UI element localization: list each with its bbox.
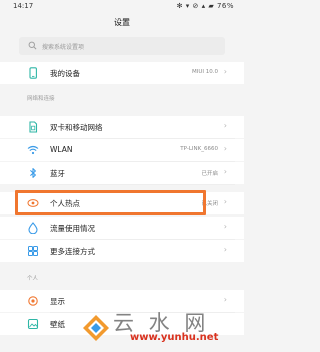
hotspot-highlight-box	[15, 190, 206, 215]
chevron-right-icon: ›	[223, 167, 227, 176]
chevron-right-icon: ›	[223, 121, 227, 130]
row-label: 流量使用情况	[50, 224, 95, 233]
row-dual-sim[interactable]: 双卡和移动网络 ›	[0, 116, 244, 138]
section-title: 个人	[27, 276, 39, 282]
data-usage-icon	[28, 222, 38, 234]
wifi-icon	[27, 145, 39, 155]
row-bluetooth[interactable]: 蓝牙 已开启 ›	[0, 162, 244, 184]
search-input[interactable]: 搜索系统设置项	[19, 37, 225, 55]
chevron-right-icon: ›	[223, 295, 227, 304]
chevron-right-icon: ›	[223, 222, 227, 231]
bluetooth-icon	[30, 168, 36, 178]
row-label: 我的设备	[50, 69, 80, 78]
section-title: 网络和连接	[27, 96, 55, 102]
row-more-connections[interactable]: 更多连接方式 ›	[0, 240, 244, 262]
row-label: WLAN	[50, 145, 73, 154]
status-bar: 14:17 ✻ ▾ ⊘ ▴ ▰ 76%	[0, 0, 244, 14]
status-time: 14:17	[13, 2, 34, 10]
row-value: TP-LINK_6660	[180, 146, 218, 152]
chevron-right-icon: ›	[223, 67, 227, 76]
phone-icon	[29, 67, 37, 79]
chevron-right-icon: ›	[223, 144, 227, 153]
watermark-logo-icon	[83, 315, 109, 341]
watermark-url: www.yunhu.net	[130, 332, 219, 343]
section-network: 网络和连接	[0, 90, 244, 104]
status-icons: ✻ ▾ ⊘ ▴ ▰ 76%	[176, 2, 234, 10]
display-icon	[28, 296, 38, 306]
row-data-usage[interactable]: 流量使用情况 ›	[0, 217, 244, 239]
search-placeholder: 搜索系统设置项	[42, 44, 85, 51]
section-personal: 个人	[0, 270, 244, 284]
wallpaper-icon	[27, 318, 39, 330]
row-my-device[interactable]: 我的设备 MIUI 10.0 ›	[0, 62, 244, 84]
chevron-right-icon: ›	[223, 197, 227, 206]
row-value: MIUI 10.0	[191, 69, 218, 75]
divider	[50, 184, 235, 185]
sim-card-icon	[29, 121, 38, 133]
row-value: 已开启	[201, 171, 218, 177]
row-label: 壁纸	[50, 320, 65, 329]
row-wlan[interactable]: WLAN TP-LINK_6660 ›	[0, 139, 244, 161]
more-connections-icon	[28, 246, 38, 256]
chevron-right-icon: ›	[223, 245, 227, 254]
row-label: 更多连接方式	[50, 247, 95, 256]
row-label: 显示	[50, 297, 65, 306]
search-icon	[28, 41, 37, 50]
page-title: 设置	[114, 18, 130, 27]
row-label: 双卡和移动网络	[50, 123, 103, 132]
row-label: 蓝牙	[50, 169, 65, 178]
